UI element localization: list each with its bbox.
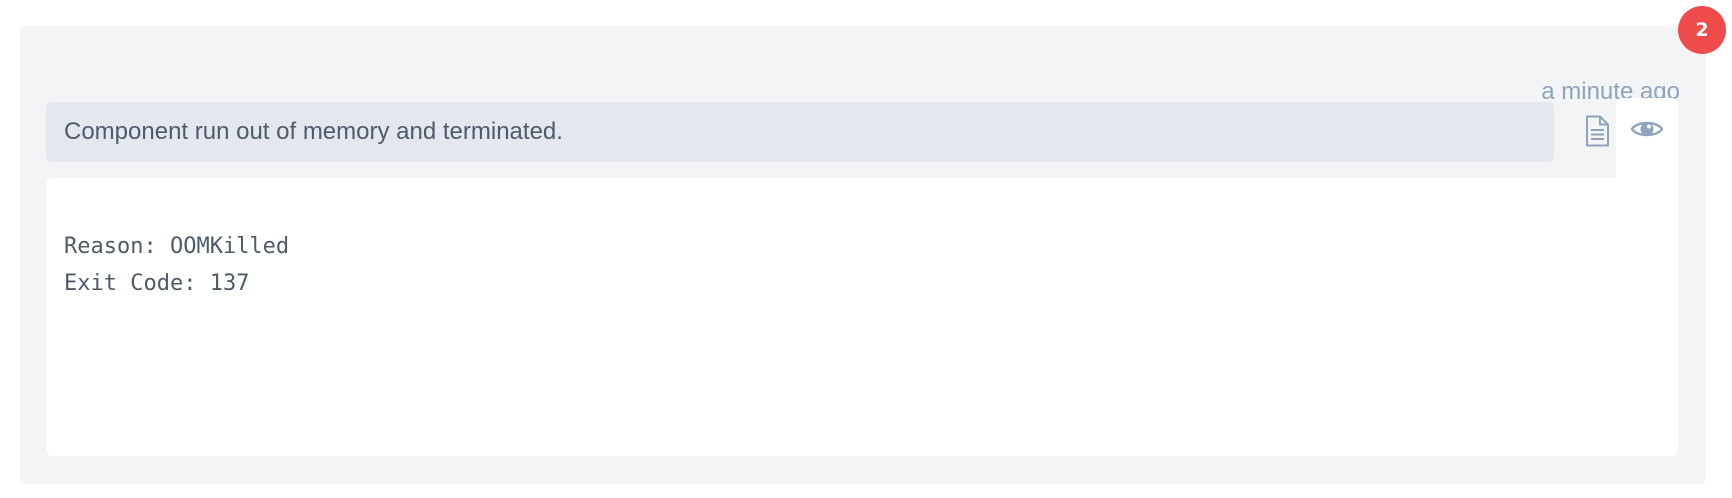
- notification-message: Component run out of memory and terminat…: [46, 102, 1554, 162]
- eye-icon: [1630, 118, 1664, 145]
- notification-count-badge: 2: [1678, 6, 1726, 54]
- exit-code-line: Exit Code: 137: [64, 271, 250, 296]
- details-panel: Reason: OOMKilled Exit Code: 137: [46, 178, 1678, 456]
- reason-line: Reason: OOMKilled: [64, 234, 290, 259]
- document-icon: [1584, 115, 1610, 152]
- notification-card: a minute ago Component run out of memory…: [20, 26, 1706, 484]
- notification-message-text: Component run out of memory and terminat…: [64, 118, 563, 145]
